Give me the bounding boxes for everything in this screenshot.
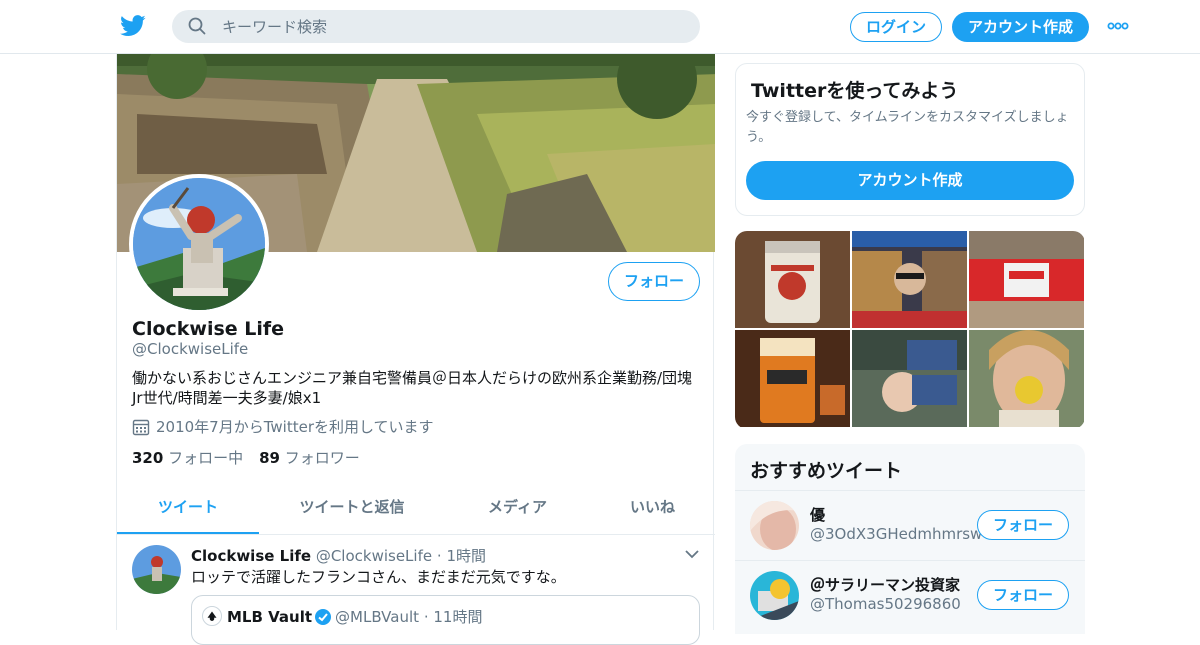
media-grid [735,231,1085,429]
profile-handle[interactable]: @ClockwiseLife [132,340,248,358]
tweet-author-handle[interactable]: @ClockwiseLife [316,547,432,565]
profile-tabs: ツイート ツイートと返信 メディア いいね [117,486,715,535]
quoted-tweet-time: 11時間 [433,608,483,626]
more-options-icon[interactable] [1107,19,1129,33]
profile-name: Clockwise Life [132,318,285,340]
twitter-bird-icon[interactable] [120,14,146,38]
recommended-account-handle[interactable]: @Thomas50296860 [810,595,961,613]
signup-card-button[interactable]: アカウント作成 [746,161,1074,200]
followers-label: フォロワー [284,449,360,467]
tweet-header: Clockwise Life @ClockwiseLife · 1時間 [191,545,486,566]
separator-dot: · [423,608,429,626]
signup-card: Twitterを使ってみよう 今すぐ登録して、タイムラインをカスタマイズしましょ… [735,63,1085,216]
tab-media[interactable]: メディア [445,486,590,534]
tweet-author-name[interactable]: Clockwise Life [191,547,311,565]
tweet-text: ロッテで活躍したフランコさん、まだまだ元気ですな。 [191,568,566,586]
profile-stats: 320 フォロー中 89 フォロワー [132,447,360,468]
following-stat[interactable]: 320 フォロー中 [132,449,243,467]
top-navigation-bar: ログイン アカウント作成 [0,0,1200,54]
profile-bio: 働かない系おじさんエンジニア兼自宅警備員＠日本人だらけの欧州系企業勤務/団塊Jr… [132,369,693,407]
calendar-icon [132,419,150,436]
recommended-follow-button[interactable]: フォロー [977,510,1069,540]
quoted-tweet-header: MLB Vault @MLBVault · 11時間 [227,606,482,627]
tab-likes[interactable]: いいね [590,486,715,534]
recommended-account[interactable]: ＠サラリーマン投資家 @Thomas50296860 フォロー [735,560,1085,630]
tab-tweets[interactable]: ツイート [117,486,259,534]
tweet-item[interactable]: Clockwise Life @ClockwiseLife · 1時間 ロッテで… [117,535,715,645]
signup-card-title: Twitterを使ってみよう [751,80,959,102]
verified-badge-icon [315,609,332,625]
recommended-follow-button[interactable]: フォロー [977,580,1069,610]
quoted-author-name: MLB Vault [227,608,313,626]
followers-count: 89 [259,449,280,467]
search-icon [188,17,206,35]
quoted-tweet[interactable]: MLB Vault @MLBVault · 11時間 [191,595,700,645]
tab-tweets-and-replies[interactable]: ツイートと返信 [259,486,445,534]
recommended-account-name[interactable]: ＠サラリーマン投資家 [810,574,960,595]
recommended-account-avatar[interactable] [750,571,799,620]
tweet-author-avatar[interactable] [132,545,181,594]
media-thumbnail[interactable] [852,231,967,328]
recommended-title: おすすめツイート [750,460,903,482]
join-date: 2010年7月からTwitterを利用しています [132,416,434,437]
recommended-account-avatar[interactable] [750,501,799,550]
recommended-account-name[interactable]: 優 [810,504,825,525]
tweet-time[interactable]: 1時間 [446,547,486,565]
signup-button[interactable]: アカウント作成 [952,12,1089,42]
chevron-down-icon[interactable] [685,549,699,559]
profile-avatar[interactable] [129,174,269,314]
quoted-author-handle: @MLBVault [335,608,420,626]
media-thumbnail[interactable] [852,330,967,427]
media-thumbnail[interactable] [969,330,1084,427]
media-thumbnail[interactable] [969,231,1084,328]
login-button[interactable]: ログイン [850,12,942,42]
media-thumbnail[interactable] [735,231,850,328]
media-thumbnail[interactable] [735,330,850,427]
followers-stat[interactable]: 89 フォロワー [259,449,360,467]
search-input[interactable] [222,10,682,43]
following-label: フォロー中 [168,449,244,467]
quoted-author-avatar [202,606,222,626]
follow-button[interactable]: フォロー [608,262,700,301]
recommended-account[interactable]: 優 @3OdX3GHedmhmrsw フォロー [735,490,1085,560]
recommended-account-handle[interactable]: @3OdX3GHedmhmrsw [810,525,982,543]
following-count: 320 [132,449,164,467]
join-date-text: 2010年7月からTwitterを利用しています [156,418,434,436]
recommended-panel: おすすめツイート 優 @3OdX3GHedmhmrsw フォロー ＠サラリーマン… [735,444,1085,634]
search-bar [172,10,700,43]
signup-card-subtitle: 今すぐ登録して、タイムラインをカスタマイズしましょう。 [746,110,1069,145]
profile-column: フォロー Clockwise Life @ClockwiseLife 働かない系… [116,54,715,645]
separator-dot: · [436,547,442,565]
